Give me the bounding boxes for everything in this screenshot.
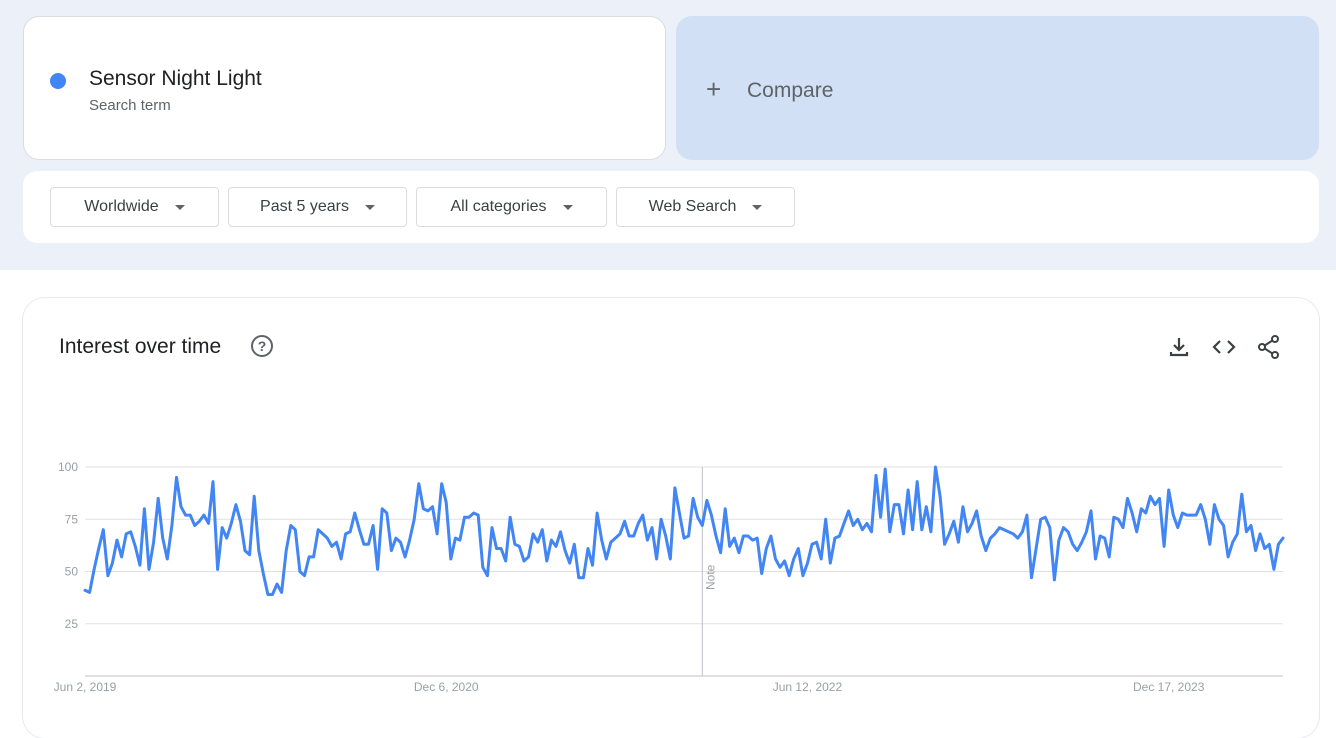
y-tick-label: 50 bbox=[65, 565, 79, 579]
x-tick-label: Dec 17, 2023 bbox=[1133, 680, 1205, 694]
y-tick-label: 100 bbox=[58, 460, 78, 474]
y-tick-label: 25 bbox=[65, 617, 79, 631]
x-tick-label: Jun 2, 2019 bbox=[54, 680, 117, 694]
interest-line-chart: 100 75 50 25 Note Jun 2, 2019 Dec 6, 2020 Jun 1… bbox=[54, 460, 1285, 694]
x-tick-label: Jun 12, 2022 bbox=[773, 680, 843, 694]
series-line bbox=[83, 465, 1285, 596]
y-tick-label: 75 bbox=[65, 512, 79, 526]
x-tick-label: Dec 6, 2020 bbox=[414, 680, 479, 694]
note-marker-label: Note bbox=[703, 564, 717, 590]
